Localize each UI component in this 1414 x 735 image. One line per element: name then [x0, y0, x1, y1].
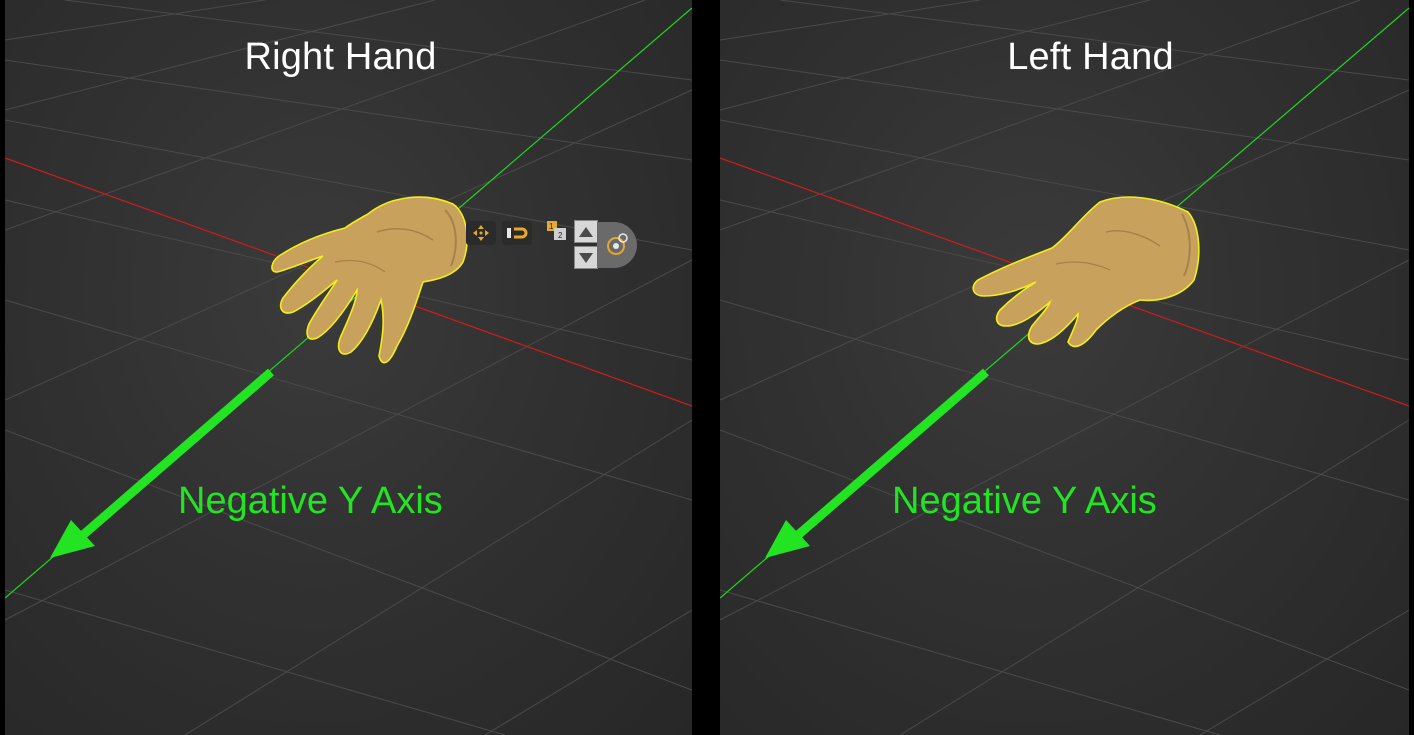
svg-text:2: 2: [558, 231, 563, 240]
svg-text:1: 1: [549, 222, 554, 231]
move-icon: [473, 225, 489, 241]
arrow-up-icon: [579, 226, 593, 237]
hand-model-icon: [972, 196, 1200, 348]
negative-y-arrow-icon: [50, 368, 274, 558]
panel-title: Left Hand: [1007, 36, 1174, 78]
arrow-down-icon: [579, 252, 593, 263]
scene-grid: [5, 0, 692, 735]
axis-label: Negative Y Axis: [892, 480, 1157, 522]
scene-grid: [720, 0, 1409, 735]
viewport-left-hand[interactable]: Left Hand Negative Y Axis: [720, 0, 1409, 735]
negative-y-arrow-icon: [765, 368, 989, 558]
camera-orbit-icon: [607, 233, 628, 255]
snap-icon: [507, 227, 528, 239]
move-button[interactable]: [466, 221, 496, 245]
panel-title: Right Hand: [244, 36, 437, 78]
layer-swap-icon: 1 2: [547, 221, 566, 240]
transform-gizmo-toolbar: 1 2: [464, 218, 637, 270]
axis-label: Negative Y Axis: [178, 480, 443, 522]
camera-orbit-button[interactable]: [597, 222, 637, 268]
arrow-down-button[interactable]: [574, 246, 598, 269]
move-up-down-controls: [574, 220, 598, 269]
hand-model-icon: [271, 196, 468, 364]
arrow-up-button[interactable]: [574, 220, 598, 243]
snap-button[interactable]: [502, 221, 532, 245]
viewport-right-hand[interactable]: Right Hand Negative Y Axis 1 2: [5, 0, 692, 735]
layer-swap-button[interactable]: 1 2: [542, 218, 572, 242]
